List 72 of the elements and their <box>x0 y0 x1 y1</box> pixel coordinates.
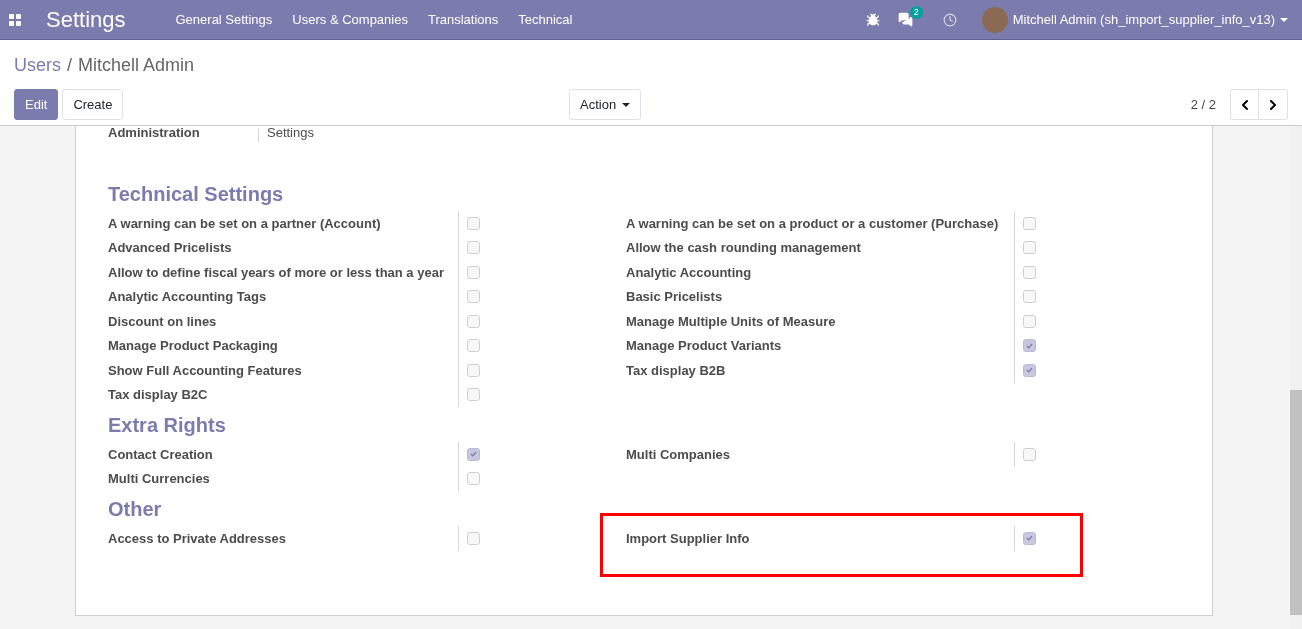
checkbox[interactable] <box>467 314 480 328</box>
checkbox[interactable] <box>467 363 480 377</box>
checkbox[interactable] <box>467 447 480 461</box>
field-label: Multi Currencies <box>108 470 210 488</box>
checkbox[interactable] <box>467 241 480 255</box>
field-label: Allow to define fiscal years of more or less than a year <box>108 263 444 282</box>
field-label: Manage Multiple Units of Measure <box>626 312 836 331</box>
field-label: Import Supplier Info <box>626 529 750 548</box>
section-title: Technical Settings <box>108 182 285 207</box>
app-title: Settings <box>46 6 126 34</box>
checkbox[interactable] <box>1023 447 1036 461</box>
menu-link[interactable]: General Settings <box>175 9 273 30</box>
checkmark-icon <box>1026 342 1033 349</box>
breadcrumb-current: Mitchell Admin <box>78 54 195 77</box>
message-count-badge: 2 <box>909 6 923 19</box>
checkbox[interactable] <box>1023 363 1036 377</box>
field-label: Manage Product Packaging <box>108 337 278 355</box>
checkbox[interactable] <box>1023 241 1036 255</box>
field-label: Manage Product Variants <box>626 337 782 355</box>
field-label: Contact Creation <box>108 445 213 464</box>
checkbox[interactable] <box>467 531 480 545</box>
checkbox[interactable] <box>467 290 480 304</box>
field-label: Analytic Accounting <box>626 263 752 282</box>
checkbox[interactable] <box>467 265 480 279</box>
field-label: Tax display B2B <box>626 361 726 380</box>
field-label: Show Full Accounting Features <box>108 361 302 380</box>
bug-icon[interactable] <box>865 12 880 27</box>
checkmark-icon <box>1026 367 1033 374</box>
caret-icon <box>622 102 631 107</box>
field-label: Analytic Accounting Tags <box>108 288 267 306</box>
caret-icon[interactable] <box>1280 17 1288 22</box>
checkbox[interactable] <box>1023 290 1036 304</box>
checkbox[interactable] <box>1023 216 1036 230</box>
create-button[interactable]: Create <box>62 89 124 120</box>
clock-icon[interactable] <box>942 12 957 27</box>
checkmark-icon <box>470 451 477 458</box>
menu-link[interactable]: Translations <box>427 9 499 30</box>
field-label: Administration <box>108 128 201 142</box>
checkbox[interactable] <box>467 472 480 486</box>
breadcrumb-separator: / <box>67 54 73 77</box>
previous-button[interactable] <box>1230 89 1259 120</box>
checkbox[interactable] <box>467 216 480 230</box>
avatar[interactable] <box>981 6 1008 33</box>
field-label: Basic Pricelists <box>626 288 723 306</box>
checkbox[interactable] <box>467 339 480 353</box>
apps-grid-icon[interactable] <box>9 13 21 26</box>
field-label: Discount on lines <box>108 312 217 331</box>
field-label: A warning can be set on a partner (Account) <box>108 214 381 233</box>
field-label: Advanced Pricelists <box>108 239 232 257</box>
pager-value: 2 / 2 <box>1190 95 1216 114</box>
field-label: Access to Private Addresses <box>108 529 286 548</box>
breadcrumb-link[interactable]: Users <box>14 52 61 79</box>
menu-link[interactable]: Technical <box>518 9 573 30</box>
user-menu[interactable]: Mitchell Admin (sh_import_supplier_info_v13) <box>1012 9 1275 30</box>
checkbox[interactable] <box>1023 265 1036 279</box>
field-label: Tax display B2C <box>108 386 208 404</box>
section-title: Extra Rights <box>108 413 227 438</box>
checkbox[interactable] <box>1023 314 1036 328</box>
action-dropdown[interactable]: Action <box>569 89 642 120</box>
next-button[interactable] <box>1259 89 1288 120</box>
checkmark-icon <box>1026 535 1033 542</box>
chat-icon[interactable] <box>897 12 913 27</box>
checkbox[interactable] <box>1023 531 1036 545</box>
menu-link[interactable]: Users & Companies <box>292 9 408 30</box>
field-label: Allow the cash rounding management <box>626 239 861 257</box>
checkbox[interactable] <box>1023 339 1036 353</box>
field-value: Settings <box>258 128 314 142</box>
edit-button[interactable]: Edit <box>14 89 59 120</box>
section-title: Other <box>108 497 163 522</box>
field-label: A warning can be set on a product or a customer (Purchase) <box>626 214 999 233</box>
checkbox[interactable] <box>467 388 480 402</box>
field-label: Multi Companies <box>626 445 730 464</box>
